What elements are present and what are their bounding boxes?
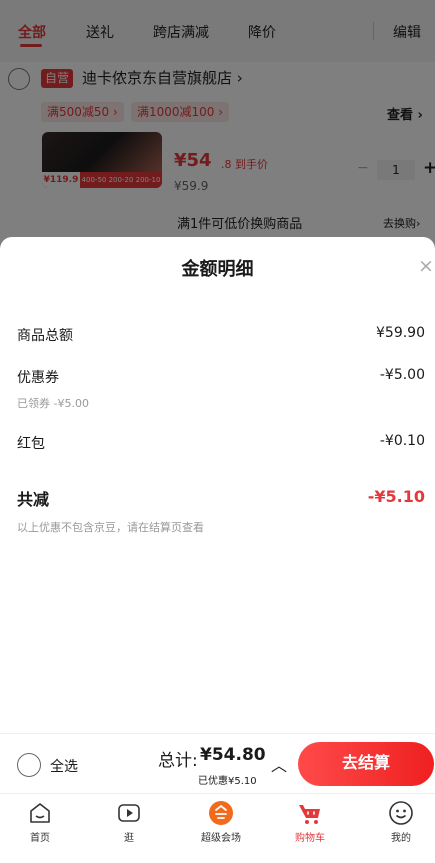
total-reduce-value: -¥5.10 [367, 487, 425, 506]
tab-profile[interactable]: 我的 [364, 800, 435, 844]
video-icon [118, 804, 140, 822]
cart-icon [299, 805, 320, 824]
checkout-button[interactable]: 去结算 [298, 742, 434, 786]
coupon-value: -¥5.00 [379, 367, 425, 383]
discount-disclaimer: 以上优惠不包含京豆，请在结算页查看 [17, 521, 204, 534]
total-reduce-label: 共减 [17, 490, 50, 509]
bottom-tab-bar: 首页 逛 超级会场 购物车 我的 [0, 793, 435, 863]
checkout-bar: 全选 总计: ¥54.80 已优惠¥5.10 ︿ 去结算 [0, 733, 435, 793]
tab-venue-label: 超级会场 [201, 833, 241, 844]
discount-note: 已优惠¥5.10 [198, 776, 257, 787]
total-prefix: 总计: [158, 751, 198, 771]
sheet-title: 金额明细 [181, 259, 254, 280]
profile-icon [389, 801, 413, 825]
tab-cart[interactable]: 购物车 [273, 800, 347, 844]
tab-cart-label: 购物车 [295, 833, 325, 844]
tab-home[interactable]: 首页 [3, 800, 77, 844]
tab-home-label: 首页 [30, 833, 50, 844]
goods-total-value: ¥59.90 [376, 325, 425, 341]
close-icon[interactable]: × [418, 255, 434, 277]
tab-browse[interactable]: 逛 [92, 800, 166, 844]
total-amount: ¥54.80 [200, 745, 266, 765]
select-all-checkbox[interactable] [17, 753, 41, 777]
chevron-up-icon[interactable]: ︿ [271, 752, 287, 776]
goods-total-label: 商品总额 [17, 328, 73, 344]
coupon-label: 优惠券 [17, 370, 59, 386]
tab-browse-label: 逛 [124, 833, 134, 844]
venue-icon [209, 801, 233, 825]
tab-profile-label: 我的 [391, 833, 411, 844]
home-icon [30, 803, 50, 823]
redpacket-value: -¥0.10 [379, 433, 425, 449]
select-all-label[interactable]: 全选 [50, 756, 78, 776]
coupon-note: 已领券 -¥5.00 [17, 397, 89, 410]
tab-venue[interactable]: 超级会场 [184, 800, 258, 844]
redpacket-label: 红包 [17, 436, 45, 452]
